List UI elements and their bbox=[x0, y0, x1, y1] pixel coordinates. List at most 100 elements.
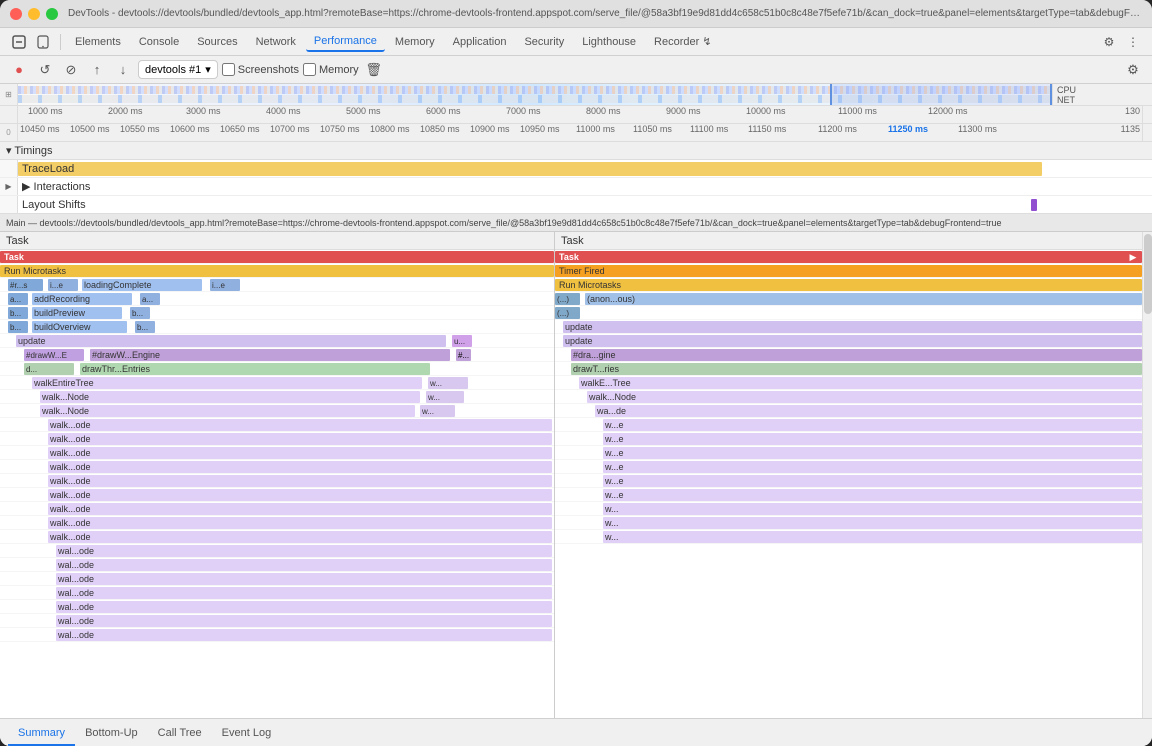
task-row-main[interactable]: Task bbox=[0, 250, 554, 264]
flame-row-wal7[interactable]: wal...ode bbox=[0, 628, 554, 642]
bar-walknode1: walk...Node bbox=[40, 391, 420, 403]
flame-row-walk4[interactable]: walk...ode bbox=[0, 418, 554, 432]
right-task-row[interactable]: Task ▶ bbox=[555, 250, 1142, 264]
clear-button[interactable]: ⊘ bbox=[60, 59, 82, 81]
trace-load-row[interactable]: TraceLoad bbox=[0, 160, 1152, 178]
flame-row-walk9[interactable]: walk...ode bbox=[0, 488, 554, 502]
timings-section-header[interactable]: ▾ Timings bbox=[0, 142, 1152, 160]
scrollbar-thumb[interactable] bbox=[1144, 234, 1152, 314]
minimize-button[interactable] bbox=[28, 8, 40, 20]
flame-row-update1[interactable]: update u... bbox=[0, 334, 554, 348]
tab-event-log[interactable]: Event Log bbox=[212, 722, 282, 746]
reload-button[interactable]: ↺ bbox=[34, 59, 56, 81]
right-update2-row[interactable]: update bbox=[555, 334, 1142, 348]
right-anon-row2[interactable]: (...) bbox=[555, 306, 1142, 320]
flame-row-wal1[interactable]: wal...ode bbox=[0, 544, 554, 558]
settings-icon[interactable]: ⚙ bbox=[1098, 31, 1120, 53]
inspect-icon[interactable] bbox=[8, 31, 30, 53]
tab-memory[interactable]: Memory bbox=[387, 33, 443, 51]
layout-shifts-row[interactable]: Layout Shifts bbox=[0, 196, 1152, 214]
right-we5-row[interactable]: w...e bbox=[555, 474, 1142, 488]
screenshots-checkbox-label[interactable]: Screenshots bbox=[222, 63, 299, 76]
flame-row-wal3[interactable]: wal...ode bbox=[0, 572, 554, 586]
flame-row-draww[interactable]: #drawW...E #drawW...Engine #... bbox=[0, 348, 554, 362]
right-walkn-row[interactable]: walk...Node bbox=[555, 390, 1142, 404]
right-we1-row[interactable]: w...e bbox=[555, 418, 1142, 432]
flame-row-wal6[interactable]: wal...ode bbox=[0, 614, 554, 628]
tab-recorder[interactable]: Recorder ↯ bbox=[646, 32, 720, 51]
bar-addrecording: addRecording bbox=[32, 293, 132, 305]
right-wade-row[interactable]: wa...de bbox=[555, 404, 1142, 418]
run-microtasks-row[interactable]: Run Microtasks bbox=[0, 264, 554, 278]
flame-row-walk12[interactable]: walk...ode bbox=[0, 530, 554, 544]
right-walke-row[interactable]: walkE...Tree bbox=[555, 376, 1142, 390]
tab-security[interactable]: Security bbox=[516, 33, 572, 51]
close-button[interactable] bbox=[10, 8, 22, 20]
timings-label: ▾ Timings bbox=[6, 144, 52, 157]
flame-row-wal2[interactable]: wal...ode bbox=[0, 558, 554, 572]
tab-application[interactable]: Application bbox=[445, 33, 515, 51]
flame-left-rows[interactable]: Task Run Microtasks #r...s i...e loading… bbox=[0, 250, 554, 718]
flame-row-walk7[interactable]: walk...ode bbox=[0, 460, 554, 474]
tab-lighthouse[interactable]: Lighthouse bbox=[574, 33, 644, 51]
tab-call-tree[interactable]: Call Tree bbox=[148, 722, 212, 746]
right-wdot3-row[interactable]: w... bbox=[555, 530, 1142, 544]
download-button[interactable]: ↓ bbox=[112, 59, 134, 81]
flame-row-wal4[interactable]: wal...ode bbox=[0, 586, 554, 600]
right-we6-row[interactable]: w...e bbox=[555, 488, 1142, 502]
flame-row-walk3[interactable]: walk...Node w... bbox=[0, 404, 554, 418]
memory-checkbox[interactable] bbox=[303, 63, 316, 76]
flame-row-walk8[interactable]: walk...ode bbox=[0, 474, 554, 488]
flame-row-3[interactable]: b... buildPreview b... bbox=[0, 306, 554, 320]
tab-performance[interactable]: Performance bbox=[306, 32, 385, 52]
more-icon[interactable]: ⋮ bbox=[1122, 31, 1144, 53]
trash-icon[interactable]: 🗑 bbox=[363, 59, 385, 81]
tab-bottom-up[interactable]: Bottom-Up bbox=[75, 722, 148, 746]
right-we6-bar: w...e bbox=[603, 489, 1142, 501]
maximize-button[interactable] bbox=[46, 8, 58, 20]
flame-row-walk6[interactable]: walk...ode bbox=[0, 446, 554, 460]
right-wdot1-row[interactable]: w... bbox=[555, 502, 1142, 516]
flame-row-1[interactable]: #r...s i...e loadingComplete i...e bbox=[0, 278, 554, 292]
flame-row-drawthr[interactable]: d... drawThr...Entries bbox=[0, 362, 554, 376]
right-timer-row[interactable]: Timer Fired bbox=[555, 264, 1142, 278]
right-anon-row1[interactable]: (...) (anon...ous) bbox=[555, 292, 1142, 306]
tab-elements[interactable]: Elements bbox=[67, 33, 129, 51]
flame-row-4[interactable]: b... buildOverview b... bbox=[0, 320, 554, 334]
flame-row-wal5[interactable]: wal...ode bbox=[0, 600, 554, 614]
ruler-label-12000: 12000 ms bbox=[928, 106, 968, 116]
right-we3-row[interactable]: w...e bbox=[555, 446, 1142, 460]
tab-network[interactable]: Network bbox=[248, 33, 304, 51]
overview-ruler[interactable]: ⊞ CPU NET bbox=[0, 84, 1152, 106]
bar-drawthr: d... bbox=[24, 363, 74, 375]
traffic-lights bbox=[10, 8, 58, 20]
right-we4-row[interactable]: w...e bbox=[555, 460, 1142, 474]
tab-console[interactable]: Console bbox=[131, 33, 187, 51]
tab-sources[interactable]: Sources bbox=[189, 33, 245, 51]
right-update1-row[interactable]: update bbox=[555, 320, 1142, 334]
flame-row-walk5[interactable]: walk...ode bbox=[0, 432, 554, 446]
right-drawt-row[interactable]: drawT...ries bbox=[555, 362, 1142, 376]
flame-row-walk1[interactable]: walkEntireTree w... bbox=[0, 376, 554, 390]
flame-row-walk2[interactable]: walk...Node w... bbox=[0, 390, 554, 404]
flame-row-2[interactable]: a... addRecording a... bbox=[0, 292, 554, 306]
flame-right-rows[interactable]: Task ▶ Timer Fired Run Microtasks (...) … bbox=[555, 250, 1142, 718]
flame-row-walk11[interactable]: walk...ode bbox=[0, 516, 554, 530]
right-microtasks-row[interactable]: Run Microtasks bbox=[555, 278, 1142, 292]
scrollbar[interactable] bbox=[1142, 232, 1152, 718]
memory-checkbox-label[interactable]: Memory bbox=[303, 63, 359, 76]
right-wdot2-row[interactable]: w... bbox=[555, 516, 1142, 530]
tab-summary[interactable]: Summary bbox=[8, 722, 75, 746]
settings-panel-icon[interactable]: ⚙ bbox=[1122, 59, 1144, 81]
bar-walknode2: walk...Node bbox=[40, 405, 415, 417]
flame-row-walk10[interactable]: walk...ode bbox=[0, 502, 554, 516]
screenshots-checkbox[interactable] bbox=[222, 63, 235, 76]
right-dra-row[interactable]: #dra...gine bbox=[555, 348, 1142, 362]
upload-button[interactable]: ↑ bbox=[86, 59, 108, 81]
record-button[interactable]: ● bbox=[8, 59, 30, 81]
device-icon[interactable] bbox=[32, 31, 54, 53]
timeline-selection[interactable] bbox=[830, 84, 1052, 105]
right-we2-row[interactable]: w...e bbox=[555, 432, 1142, 446]
profile-select[interactable]: devtools #1 ▾ bbox=[138, 60, 218, 79]
interactions-row[interactable]: ▶ ▶ Interactions bbox=[0, 178, 1152, 196]
